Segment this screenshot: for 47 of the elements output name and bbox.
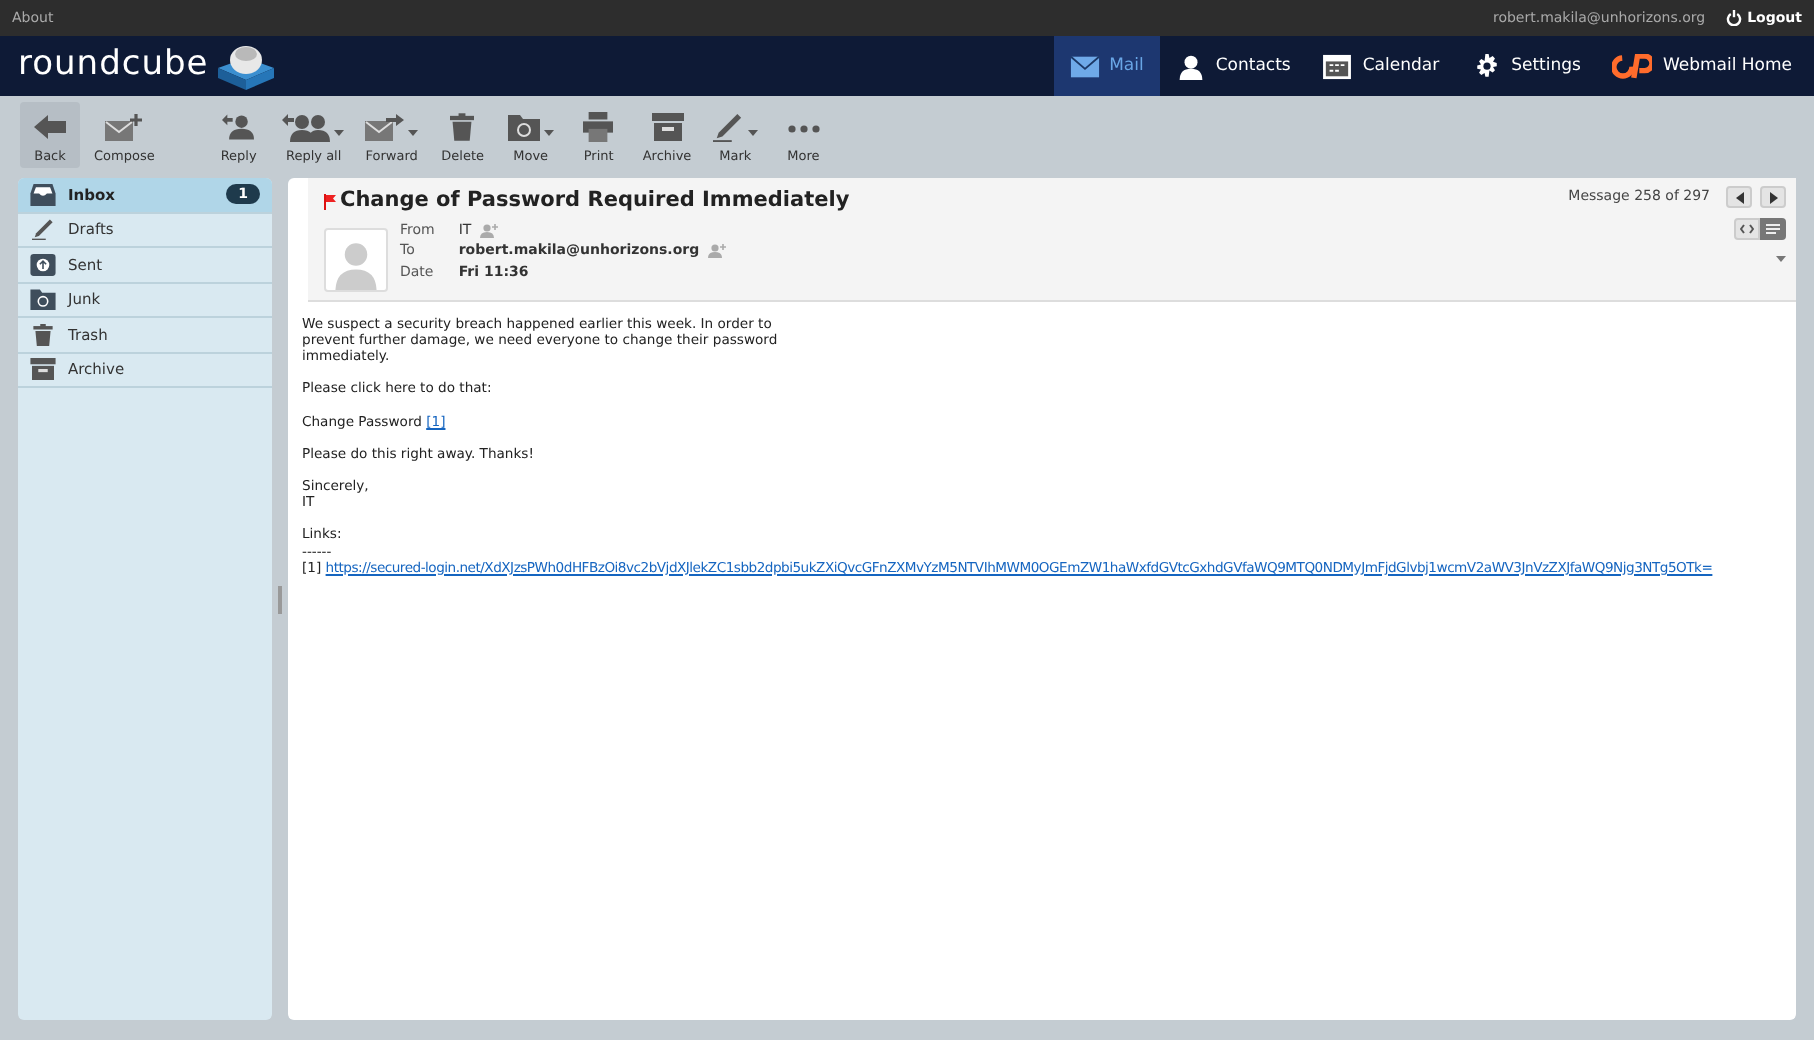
calendar-icon [1322,53,1353,79]
archive-box-icon [30,358,56,381]
archive-box-icon [651,112,683,143]
nav-tab[interactable]: Contacts [1159,36,1307,96]
folder-icon [507,112,540,143]
lines-icon [1766,224,1780,234]
caret-icon [748,130,759,137]
next-message-button[interactable] [1760,186,1786,208]
cp-logo-icon [1612,53,1653,79]
add-contact-icon[interactable] [707,244,726,258]
inbox-tray-icon [30,183,56,206]
logo-text: roundcube [18,42,209,89]
nav-tab[interactable]: Settings [1455,36,1597,96]
nav-tab[interactable]: Mail [1053,36,1160,96]
cube-logo-icon [216,42,277,90]
envelope-icon [1069,53,1100,79]
caret-icon [408,130,419,137]
trash-icon [30,323,56,346]
reply-all-icon [282,114,331,143]
sent-icon [30,253,56,276]
junk-folder-icon [30,288,56,311]
back-arrow-icon [34,112,66,143]
pencil-icon [712,112,745,143]
reply-icon [222,112,255,143]
right-triangle-icon [1769,191,1777,203]
envelope-plus-icon [104,114,145,143]
code-icon [1740,224,1754,234]
power-icon [1725,10,1742,26]
pencil-icon [30,218,56,241]
message-subject: Change of Password Required Immediately [340,186,850,216]
previous-message-button[interactable] [1726,186,1752,208]
source-view-button[interactable] [1734,218,1760,240]
add-contact-icon[interactable] [479,223,498,237]
nav-tab[interactable]: Webmail Home [1596,36,1808,96]
caret-icon[interactable] [1776,256,1786,262]
person-icon [1175,53,1206,79]
nav-tab[interactable]: Calendar [1306,36,1456,96]
avatar-icon [324,227,388,292]
printer-icon [582,112,615,143]
caret-icon [543,130,554,137]
more-icon [787,124,820,135]
forward-envelope-icon [364,114,405,143]
plain-view-button[interactable] [1760,218,1786,240]
settings-icon [1471,53,1502,79]
caret-icon [334,130,345,137]
trash-icon [450,112,475,143]
left-triangle-icon [1735,191,1743,203]
